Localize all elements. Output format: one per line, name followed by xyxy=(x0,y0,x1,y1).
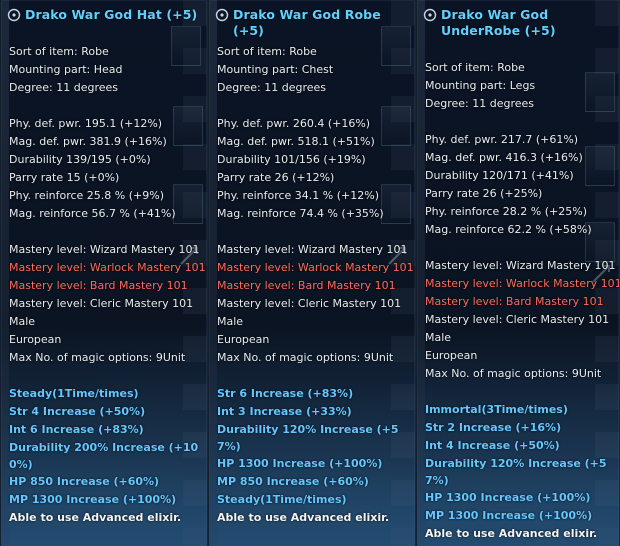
wizard-mastery-requirement: Mastery level: Wizard Mastery 101 xyxy=(9,243,200,256)
item-icon xyxy=(423,8,437,22)
phy-reinforce-stat: Phy. reinforce 25.8 % (+9%) xyxy=(9,189,164,202)
bard-mastery-requirement: Mastery level: Bard Mastery 101 xyxy=(217,279,396,292)
warlock-mastery-requirement: Mastery level: Warlock Mastery 101 xyxy=(425,277,620,290)
item-sort: Sort of item: Robe xyxy=(425,61,525,74)
durability-stat: Durability 120/171 (+41%) xyxy=(425,169,574,182)
bonus-line: Durability 120% Increase (+57%) xyxy=(217,423,399,453)
bonus-line: Int 4 Increase (+50%) xyxy=(425,439,560,452)
magic-option-limit: Max No. of magic options: 9Unit xyxy=(425,367,602,380)
gender-requirement: Male xyxy=(9,315,36,328)
durability-stat: Durability 101/156 (+19%) xyxy=(217,153,366,166)
item-title-row: Drako War God Hat (+5) xyxy=(7,7,203,31)
bonus-line: MP 1300 Increase (+100%) xyxy=(9,493,177,506)
race-requirement: European xyxy=(9,333,62,346)
bonus-line: Durability 120% Increase (+57%) xyxy=(425,457,607,487)
bonus-line: Steady(1Time/times) xyxy=(9,387,139,400)
item-title: Drako War God Hat (+5) xyxy=(25,7,198,22)
item-mounting-part: Mounting part: Chest xyxy=(217,63,334,76)
bonus-line: Str 6 Increase (+83%) xyxy=(217,387,354,400)
mag-def-stat: Mag. def. pwr. 518.1 (+51%) xyxy=(217,135,375,148)
item-tooltip-underrobe: Drako War God UnderRobe (+5) Sort of ite… xyxy=(416,0,620,546)
bonus-line: Int 3 Increase (+33%) xyxy=(217,405,352,418)
bonus-line: MP 1300 Increase (+100%) xyxy=(425,509,593,522)
magic-option-limit: Max No. of magic options: 9Unit xyxy=(217,351,394,364)
race-requirement: European xyxy=(217,333,270,346)
item-title: Drako War God Robe (+5) xyxy=(233,7,381,38)
bonus-line: Able to use Advanced elixir. xyxy=(217,511,390,524)
item-bonuses: Immortal(3Time/times) Str 2 Increase (+1… xyxy=(425,401,616,543)
bonus-line: Immortal(3Time/times) xyxy=(425,403,568,416)
item-stats: Phy. def. pwr. 217.7 (+61%) Mag. def. pw… xyxy=(425,131,616,239)
mag-reinforce-stat: Mag. reinforce 62.2 % (+58%) xyxy=(425,223,592,236)
item-title-row: Drako War God UnderRobe (+5) xyxy=(423,7,615,41)
item-sort: Sort of item: Robe xyxy=(217,45,317,58)
phy-def-stat: Phy. def. pwr. 195.1 (+12%) xyxy=(9,117,163,130)
item-requirements: Mastery level: Wizard Mastery 101 Master… xyxy=(9,241,206,367)
parry-rate-stat: Parry rate 26 (+25%) xyxy=(425,187,543,200)
item-mounting-part: Mounting part: Legs xyxy=(425,79,536,92)
gender-requirement: Male xyxy=(425,331,452,344)
item-degree: Degree: 11 degrees xyxy=(425,97,535,110)
durability-stat: Durability 139/195 (+0%) xyxy=(9,153,151,166)
parry-rate-stat: Parry rate 26 (+12%) xyxy=(217,171,335,184)
bonus-line: Steady(1Time/times) xyxy=(217,493,347,506)
parry-rate-stat: Parry rate 15 (+0%) xyxy=(9,171,120,184)
bonus-line: HP 850 Increase (+60%) xyxy=(9,475,160,488)
item-tooltip-robe: Drako War God Robe (+5) Sort of item: Ro… xyxy=(208,0,416,546)
bonus-line: HP 1300 Increase (+100%) xyxy=(425,491,591,504)
item-mounting-part: Mounting part: Head xyxy=(9,63,123,76)
bonus-line: Int 6 Increase (+83%) xyxy=(9,423,144,436)
bonus-line: Able to use Advanced elixir. xyxy=(425,527,598,540)
cleric-mastery-requirement: Mastery level: Cleric Mastery 101 xyxy=(9,297,194,310)
magic-option-limit: Max No. of magic options: 9Unit xyxy=(9,351,186,364)
item-stats: Phy. def. pwr. 195.1 (+12%) Mag. def. pw… xyxy=(9,115,204,223)
item-bonuses: Steady(1Time/times) Str 4 Increase (+50%… xyxy=(9,385,204,527)
mag-def-stat: Mag. def. pwr. 416.3 (+16%) xyxy=(425,151,583,164)
item-sort: Sort of item: Robe xyxy=(9,45,109,58)
warlock-mastery-requirement: Mastery level: Warlock Mastery 101 xyxy=(9,261,206,274)
warlock-mastery-requirement: Mastery level: Warlock Mastery 101 xyxy=(217,261,414,274)
cleric-mastery-requirement: Mastery level: Cleric Mastery 101 xyxy=(217,297,402,310)
bonus-line: HP 1300 Increase (+100%) xyxy=(217,457,383,470)
bonus-line: Str 4 Increase (+50%) xyxy=(9,405,146,418)
item-title-row: Drako War God Robe (+5) xyxy=(215,7,411,38)
item-tooltip-hat: Drako War God Hat (+5) Sort of item: Rob… xyxy=(0,0,208,546)
gender-requirement: Male xyxy=(217,315,244,328)
bonus-line: Able to use Advanced elixir. xyxy=(9,511,182,524)
item-requirements: Mastery level: Wizard Mastery 101 Master… xyxy=(425,257,620,383)
phy-reinforce-stat: Phy. reinforce 28.2 % (+25%) xyxy=(425,205,587,218)
wizard-mastery-requirement: Mastery level: Wizard Mastery 101 xyxy=(217,243,408,256)
item-bonuses: Str 6 Increase (+83%) Int 3 Increase (+3… xyxy=(217,385,412,527)
item-icon xyxy=(215,8,229,22)
phy-reinforce-stat: Phy. reinforce 34.1 % (+12%) xyxy=(217,189,379,202)
item-icon xyxy=(7,8,21,22)
mag-reinforce-stat: Mag. reinforce 74.4 % (+35%) xyxy=(217,207,384,220)
item-title: Drako War God UnderRobe (+5) xyxy=(441,7,556,38)
item-requirements: Mastery level: Wizard Mastery 101 Master… xyxy=(217,241,414,367)
bonus-line: Durability 200% Increase (+100%) xyxy=(9,441,199,471)
bard-mastery-requirement: Mastery level: Bard Mastery 101 xyxy=(425,295,604,308)
cleric-mastery-requirement: Mastery level: Cleric Mastery 101 xyxy=(425,313,610,326)
race-requirement: European xyxy=(425,349,478,362)
bard-mastery-requirement: Mastery level: Bard Mastery 101 xyxy=(9,279,188,292)
item-degree: Degree: 11 degrees xyxy=(217,81,327,94)
item-degree: Degree: 11 degrees xyxy=(9,81,119,94)
item-basic-info: Sort of item: Robe Mounting part: Head D… xyxy=(9,43,204,97)
phy-def-stat: Phy. def. pwr. 217.7 (+61%) xyxy=(425,133,579,146)
phy-def-stat: Phy. def. pwr. 260.4 (+16%) xyxy=(217,117,371,130)
item-basic-info: Sort of item: Robe Mounting part: Legs D… xyxy=(425,59,616,113)
mag-reinforce-stat: Mag. reinforce 56.7 % (+41%) xyxy=(9,207,176,220)
tooltip-comparison-view: Drako War God Hat (+5) Sort of item: Rob… xyxy=(0,0,620,546)
wizard-mastery-requirement: Mastery level: Wizard Mastery 101 xyxy=(425,259,616,272)
mag-def-stat: Mag. def. pwr. 381.9 (+16%) xyxy=(9,135,167,148)
bonus-line: Str 2 Increase (+16%) xyxy=(425,421,562,434)
bonus-line: MP 850 Increase (+60%) xyxy=(217,475,369,488)
item-stats: Phy. def. pwr. 260.4 (+16%) Mag. def. pw… xyxy=(217,115,412,223)
item-basic-info: Sort of item: Robe Mounting part: Chest … xyxy=(217,43,412,97)
